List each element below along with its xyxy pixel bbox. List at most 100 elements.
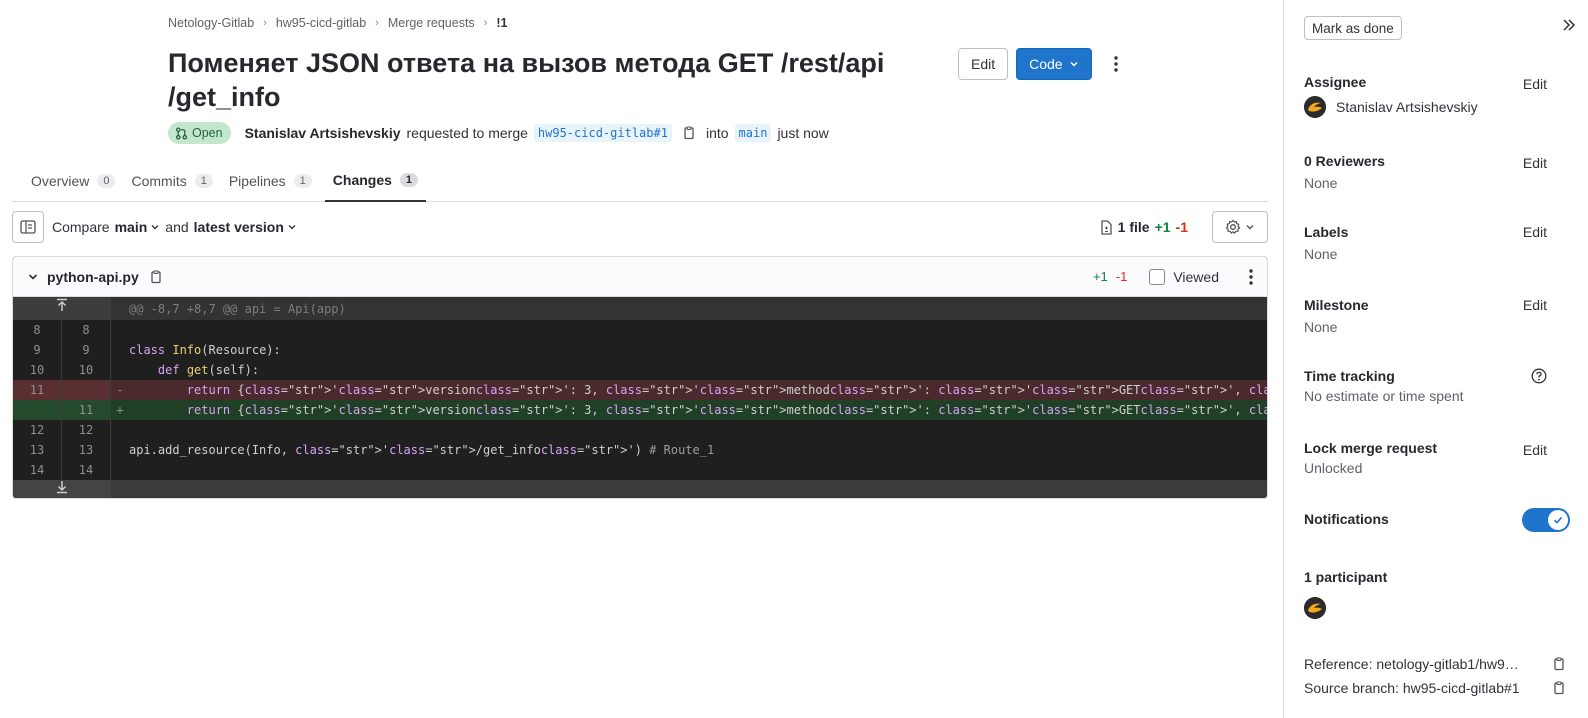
copy-branch-icon[interactable]	[682, 126, 696, 140]
file-icon	[1101, 219, 1112, 235]
expand-footer-row	[13, 480, 1267, 498]
file-options-icon[interactable]	[1249, 268, 1253, 285]
mark-as-done-button[interactable]: Mark as done	[1304, 16, 1402, 40]
head-version-dropdown[interactable]: latest version	[194, 219, 297, 235]
participant-avatar[interactable]	[1304, 597, 1326, 619]
labels-section: Labels Edit None	[1304, 224, 1554, 262]
old-line-number[interactable]: 10	[13, 360, 62, 380]
check-icon	[1548, 510, 1568, 530]
breadcrumb: Netology-Gitlab › hw95-cicd-gitlab › Mer…	[168, 16, 507, 30]
lock-edit-link[interactable]: Edit	[1523, 442, 1547, 458]
reviewers-value: None	[1304, 175, 1338, 191]
tab-changes[interactable]: Changes 1	[324, 160, 427, 202]
help-icon[interactable]	[1531, 368, 1547, 384]
compare-label: Compare	[52, 219, 110, 235]
new-line-number[interactable]: 10	[62, 360, 111, 380]
tab-count: 1	[293, 174, 312, 188]
assignee-row[interactable]: Stanislav Artsishevskiy	[1304, 96, 1554, 118]
code-dropdown-button[interactable]: Code	[1016, 48, 1092, 80]
compare-bar: Compare main and latest version 1 file +…	[12, 211, 1268, 243]
new-line-number[interactable]: 14	[62, 460, 111, 480]
file-deletions: -1	[1115, 269, 1128, 284]
copy-source-branch-icon[interactable]	[1552, 681, 1566, 695]
author-name[interactable]: Stanislav Artsishevskiy	[245, 125, 401, 141]
copy-file-path-icon[interactable]	[149, 269, 163, 284]
new-line-number[interactable]	[62, 380, 111, 400]
tab-pipelines[interactable]: Pipelines 1	[222, 160, 321, 202]
new-line-number[interactable]: 8	[62, 320, 111, 340]
diff-settings-button[interactable]	[1212, 211, 1268, 243]
tab-label: Changes	[332, 172, 392, 188]
new-line-number[interactable]: 9	[62, 340, 111, 360]
tab-overview[interactable]: Overview 0	[12, 160, 124, 202]
checkbox-box[interactable]	[1149, 268, 1166, 285]
breadcrumb-merge-requests[interactable]: Merge requests	[388, 16, 475, 30]
file-tree-toggle-icon[interactable]	[12, 211, 44, 243]
mr-tabs: Overview 0 Commits 1 Pipelines 1 Changes 1	[12, 160, 1268, 202]
viewed-checkbox[interactable]: Viewed	[1149, 268, 1219, 285]
old-line-number[interactable]: 14	[13, 460, 62, 480]
page-title: Поменяет JSON ответа на вызов метода GET…	[168, 48, 885, 112]
main-content: Netology-Gitlab › hw95-cicd-gitlab › Mer…	[0, 0, 1283, 718]
time-ago: just now	[777, 125, 829, 141]
milestone-edit-link[interactable]: Edit	[1523, 297, 1547, 313]
diff-file-header: python-api.py +1 -1 Viewed	[13, 257, 1267, 297]
notifications-toggle[interactable]	[1522, 508, 1570, 532]
tab-label: Commits	[131, 173, 187, 189]
breadcrumb-mr-id[interactable]: !1	[496, 16, 507, 30]
chevron-right-icon: ›	[263, 17, 267, 29]
line-code: return {class="str">'class="str">version…	[186, 403, 1267, 417]
milestone-value: None	[1304, 319, 1338, 335]
base-version-dropdown[interactable]: main	[115, 219, 161, 235]
diff-line: 14 14	[13, 460, 1267, 480]
tab-count: 1	[194, 174, 213, 188]
diff-file-name[interactable]: python-api.py	[47, 269, 139, 285]
old-line-number[interactable]: 13	[13, 440, 62, 460]
new-line-number[interactable]: 12	[62, 420, 111, 440]
source-branch[interactable]: hw95-cicd-gitlab#1	[533, 124, 672, 142]
assignee-edit-link[interactable]: Edit	[1523, 76, 1547, 92]
participants-title: 1 participant	[1304, 569, 1388, 585]
expand-up-icon[interactable]	[13, 297, 111, 320]
diff-code: @@ -8,7 +8,7 @@ api = Api(app) 8 8 9 9 c…	[13, 297, 1267, 498]
line-code: class Info(Resource):	[129, 343, 281, 357]
breadcrumb-project[interactable]: hw95-cicd-gitlab	[276, 16, 366, 30]
tab-count: 0	[97, 174, 116, 188]
tab-commits[interactable]: Commits 1	[124, 160, 221, 202]
collapse-sidebar-icon[interactable]	[1562, 18, 1576, 32]
status-badge: Open	[168, 122, 231, 144]
old-line-number[interactable]	[13, 400, 62, 420]
reviewers-edit-link[interactable]: Edit	[1523, 155, 1547, 171]
labels-edit-link[interactable]: Edit	[1523, 224, 1547, 240]
old-line-number[interactable]: 11	[13, 380, 62, 400]
diff-line: 13 13 api.add_resource(Info, class="str"…	[13, 440, 1267, 460]
code-button-label: Code	[1029, 56, 1063, 72]
reviewers-title: 0 Reviewers	[1304, 153, 1385, 169]
old-line-number[interactable]: 9	[13, 340, 62, 360]
merge-request-icon	[175, 126, 188, 140]
expand-down-icon[interactable]	[13, 480, 111, 498]
old-line-number[interactable]: 12	[13, 420, 62, 440]
tab-label: Pipelines	[228, 173, 286, 189]
participants-section: 1 participant	[1304, 569, 1554, 622]
breadcrumb-group[interactable]: Netology-Gitlab	[168, 16, 254, 30]
source-branch-text: Source branch: hw95-cicd-gitlab#1	[1304, 680, 1520, 696]
chevron-down-icon[interactable]	[27, 271, 39, 283]
reference-text: Reference: netology-gitlab1/hw95-cicd-gi…	[1304, 656, 1526, 672]
milestone-title: Milestone	[1304, 297, 1369, 313]
chevron-right-icon: ›	[483, 17, 488, 29]
new-line-number[interactable]: 11	[62, 400, 111, 420]
status-label: Open	[192, 126, 223, 140]
action-text: requested to merge	[406, 125, 528, 141]
and-label: and	[165, 219, 189, 235]
new-line-number[interactable]: 13	[62, 440, 111, 460]
diff-line-added: 11 + return {class="str">'class="str">ve…	[13, 400, 1267, 420]
gear-icon	[1225, 219, 1241, 234]
copy-reference-icon[interactable]	[1552, 657, 1566, 671]
edit-button[interactable]: Edit	[958, 48, 1009, 80]
old-line-number[interactable]: 8	[13, 320, 62, 340]
target-branch[interactable]: main	[734, 124, 772, 142]
assignee-name: Stanislav Artsishevskiy	[1336, 99, 1478, 115]
more-actions-icon[interactable]	[1100, 48, 1132, 80]
diff-line: 12 12	[13, 420, 1267, 440]
